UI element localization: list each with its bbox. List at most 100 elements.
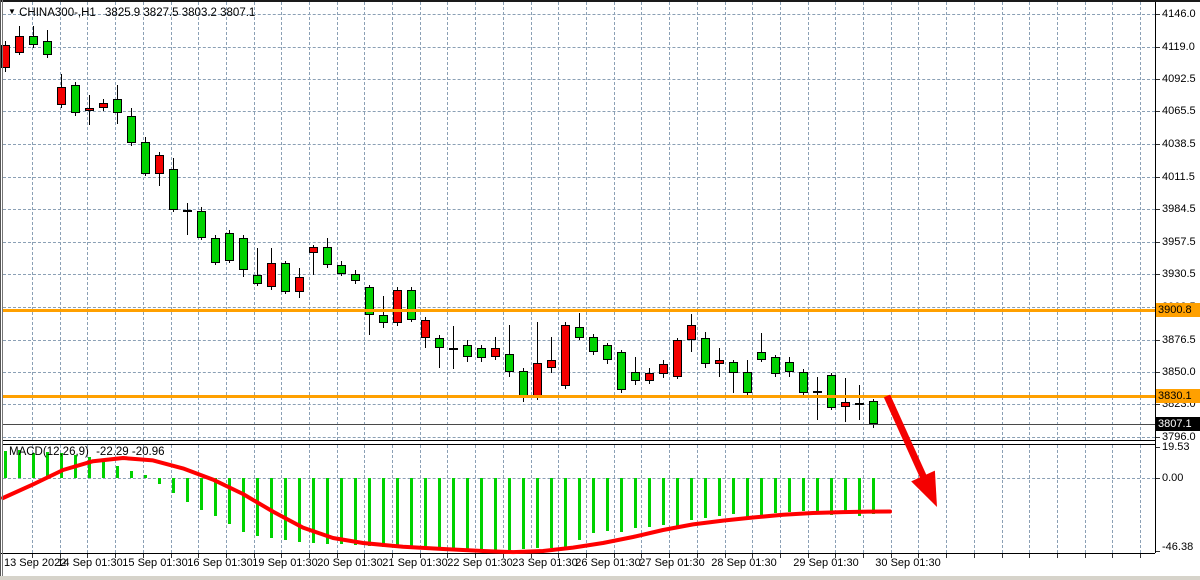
time-gridline (254, 2, 255, 440)
price-gridline (3, 79, 1155, 80)
time-gridline-macd (364, 445, 365, 553)
candle-body (715, 360, 724, 365)
hline-price-badge: 3830.1 (1156, 389, 1200, 403)
time-axis-tick (1112, 554, 1113, 558)
chart-window: ▼ CHINA300-,H1 3825.9 3827.5 3803.2 3807… (0, 0, 1200, 580)
macd-histogram-bar (620, 478, 623, 532)
macd-axis-label: -46.38 (1162, 541, 1193, 553)
macd-histogram-bar (200, 478, 203, 510)
candle-body (239, 238, 248, 271)
price-gridline (3, 47, 1155, 48)
price-gridline (3, 242, 1155, 243)
time-gridline-macd (946, 445, 947, 553)
horizontal-line[interactable] (3, 309, 1155, 312)
time-axis-label: 21 Sep 01:30 (382, 557, 447, 569)
time-gridline-macd (226, 445, 227, 553)
price-axis-label: 4065.5 (1162, 105, 1196, 117)
macd-histogram-bar (480, 478, 483, 552)
time-axis-tick (1029, 554, 1030, 558)
time-gridline-macd (752, 445, 753, 553)
time-gridline (614, 2, 615, 440)
macd-histogram-bar (228, 478, 231, 524)
macd-histogram-bar (746, 478, 749, 517)
pane-splitter[interactable] (3, 444, 1155, 445)
macd-histogram-bar (88, 457, 91, 478)
time-gridline-macd (115, 445, 116, 553)
time-axis-label: 20 Sep 01:30 (317, 557, 382, 569)
time-gridline (143, 2, 144, 440)
time-gridline (32, 2, 33, 440)
macd-histogram-bar (116, 466, 119, 478)
macd-histogram-bar (4, 451, 7, 478)
time-gridline (337, 2, 338, 440)
time-axis-label: 29 Sep 01:30 (793, 557, 858, 569)
time-gridline-macd (614, 445, 615, 553)
macd-histogram-bar (578, 478, 581, 540)
price-pane (0, 0, 1155, 440)
candle-body (589, 337, 598, 353)
candle-body (729, 362, 738, 373)
time-axis-tick (1085, 554, 1086, 558)
candle-body (253, 275, 262, 283)
price-axis-label: 3930.5 (1162, 268, 1196, 280)
time-gridline (891, 2, 892, 440)
candle-body (43, 41, 52, 56)
time-gridline (1112, 2, 1113, 440)
time-gridline-macd (1140, 445, 1141, 553)
candle-body (225, 233, 234, 261)
macd-axis-label: 19.53 (1162, 441, 1190, 453)
time-gridline (725, 2, 726, 440)
time-gridline-macd (974, 445, 975, 553)
time-gridline-macd (254, 445, 255, 553)
candle-doji-body (183, 210, 192, 212)
time-axis-tick (863, 554, 864, 558)
symbol-dropdown-icon[interactable]: ▼ (8, 7, 16, 16)
time-gridline (808, 2, 809, 440)
price-gridline (3, 111, 1155, 112)
time-gridline (447, 2, 448, 440)
candle-body (435, 338, 444, 348)
time-gridline (835, 2, 836, 440)
time-axis-label: 14 Sep 01:30 (57, 557, 122, 569)
candle-wick (187, 203, 188, 236)
price-axis (1155, 0, 1200, 576)
candle-body (701, 338, 710, 365)
current-price-badge: 3807.1 (1156, 417, 1200, 431)
price-gridline (3, 404, 1155, 405)
price-gridline (3, 372, 1155, 373)
candle-body (323, 247, 332, 265)
price-axis-label: 4092.5 (1162, 73, 1196, 85)
price-pane-bottom-border (3, 440, 1155, 441)
candle-body (351, 274, 360, 281)
candle-wick (817, 377, 818, 421)
candle-body (561, 325, 570, 387)
macd-histogram-bar (872, 478, 875, 514)
time-gridline-macd (503, 445, 504, 553)
time-axis-tick (946, 554, 947, 558)
candle-body (575, 327, 584, 338)
candle-body (281, 263, 290, 292)
candle-body (673, 340, 682, 376)
time-gridline (1140, 2, 1141, 440)
macd-histogram-bar (438, 478, 441, 550)
candle-body (659, 364, 668, 374)
time-gridline (531, 2, 532, 440)
macd-histogram-bar (214, 478, 217, 516)
time-gridline-macd (420, 445, 421, 553)
time-gridline-macd (918, 445, 919, 553)
time-gridline-macd (1057, 445, 1058, 553)
time-gridline (309, 2, 310, 440)
macd-histogram-bar (844, 478, 847, 513)
candle-body (645, 373, 654, 381)
time-gridline-macd (558, 445, 559, 553)
time-gridline (1002, 2, 1003, 440)
candle-body (127, 116, 136, 144)
time-gridline-macd (697, 445, 698, 553)
price-axis-label: 3876.5 (1162, 334, 1196, 346)
time-axis-label: 22 Sep 01:30 (447, 557, 512, 569)
macd-histogram-bar (74, 455, 77, 478)
horizontal-line[interactable] (3, 395, 1155, 398)
time-gridline (697, 2, 698, 440)
price-gridline (3, 274, 1155, 275)
macd-histogram-bar (788, 478, 791, 512)
